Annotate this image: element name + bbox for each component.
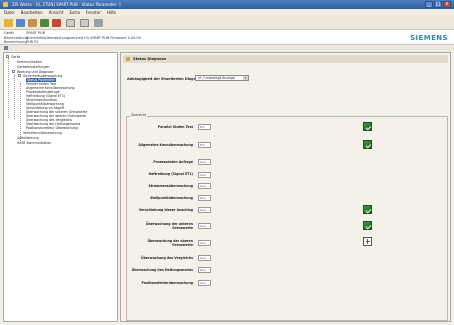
param-value[interactable]: Aus: [198, 240, 211, 246]
maximize-button[interactable]: □: [434, 1, 442, 8]
param-value[interactable]: Aus: [198, 195, 211, 201]
param-label: Verschiebung dieser Anschlag: [138, 208, 193, 212]
param-value[interactable]: Ein: [198, 142, 211, 148]
status-ok-icon: [363, 205, 372, 214]
diagnosis-select-value: Uf / Unbedingt Anzeige: [198, 76, 235, 80]
info-value: SPART PUB: [26, 31, 46, 35]
param-value[interactable]: Aus: [198, 159, 211, 165]
param-value[interactable]: Aus: [198, 172, 211, 178]
tree-item-communication[interactable]: Kommunikation: [17, 60, 42, 64]
menu-help[interactable]: Hilfe: [107, 9, 116, 16]
param-value[interactable]: Aus: [198, 183, 211, 189]
param-label: Überwachung des Haltungsmodus: [131, 268, 193, 272]
print-icon[interactable]: [94, 19, 103, 27]
tree-item-device[interactable]: Gerät: [11, 55, 20, 59]
status-ok-icon: [363, 221, 372, 230]
param-label: Haftreibung (Signal ET1): [148, 172, 193, 176]
info-value: PUB 02: [26, 40, 39, 44]
info-label: Bezeichnung: [4, 40, 27, 44]
application-window: ZIS Works · [0, 2TUN] SPART PUB · Status…: [0, 0, 454, 325]
navigation-tree: Gerät Kommunikation Geräteeinstellungen …: [3, 52, 118, 322]
param-label: Allgemeine Kennüberwachung: [138, 143, 193, 147]
param-label: Überwachung der oberen Grenzwerte: [147, 239, 193, 247]
diagnosis-select[interactable]: Uf / Unbedingt Anzeige ▾: [195, 75, 249, 81]
info-row-description: BeschreibungSicherheitsüberwachungseinhe…: [4, 36, 141, 40]
info-row-designation: BezeichnungPUB 02: [4, 40, 39, 44]
param-value[interactable]: Aus: [198, 255, 211, 261]
param-label: Parallel Stufen Test: [157, 125, 193, 129]
expand-toggle-icon[interactable]: [18, 74, 21, 77]
param-label: Stellpunktüberwachung: [150, 196, 193, 200]
menu-view[interactable]: Ansicht: [49, 9, 64, 16]
save-icon[interactable]: [16, 19, 25, 27]
tree-item-behavior-monitoring[interactable]: Verhaltensüberwachung: [23, 131, 62, 135]
info-value: Sicherheitsüberwachungseinheit für SPART…: [26, 35, 141, 40]
download-icon[interactable]: [40, 19, 49, 27]
param-value[interactable]: Aus: [198, 207, 211, 213]
menu-bar: Datei Bearbeiten Ansicht Extra Fenster H…: [0, 9, 454, 16]
panel-title: Status Diagnose: [133, 57, 167, 61]
param-label: Überwachung der unteren Grenzwerte: [145, 222, 193, 230]
device-info-bar: Gerät SPART PUB BeschreibungSicherheitsüb…: [0, 30, 454, 45]
diagnosis-select-label: Abhängigkeit der Erweiterten Diagnose: [127, 77, 203, 81]
info-label: Beschreibung: [4, 35, 28, 40]
device-icon[interactable]: [66, 19, 75, 27]
param-value[interactable]: Aus: [198, 223, 211, 229]
param-label: Positionsfehlerüberwachung: [141, 281, 194, 285]
chevron-down-icon[interactable]: ▾: [243, 76, 248, 80]
param-label: Strommessüberwachung: [148, 184, 193, 188]
upload-icon[interactable]: [52, 19, 61, 27]
menu-extra[interactable]: Extra: [69, 9, 80, 16]
status-warning-icon: [363, 237, 372, 246]
menu-window[interactable]: Fenster: [86, 9, 101, 16]
param-label: Überwachung des Vergleichs: [141, 256, 193, 260]
param-value[interactable]: Ein: [198, 124, 211, 130]
tree-item[interactable]: Positionskorrektur Überwachung: [26, 126, 78, 130]
expand-toggle-icon[interactable]: [6, 55, 9, 58]
info-label: Gerät: [4, 31, 14, 35]
online-icon[interactable]: [80, 19, 89, 27]
tree-toggle-icon[interactable]: [4, 46, 8, 50]
panel-header: Status Diagnose: [123, 55, 448, 63]
param-value[interactable]: Aus: [198, 267, 211, 273]
toolbar: [0, 16, 454, 30]
tree-item-hart[interactable]: HART Kommunikation: [17, 141, 51, 145]
param-value[interactable]: Aus: [198, 280, 211, 286]
close-button[interactable]: x: [443, 1, 451, 8]
tree-item-initialization[interactable]: Initialisierung: [17, 136, 39, 140]
siemens-logo: SIEMENS: [410, 34, 448, 42]
status-ok-icon: [363, 140, 372, 149]
load-icon[interactable]: [28, 19, 37, 27]
app-icon: [3, 2, 8, 7]
minimize-button[interactable]: _: [425, 1, 433, 8]
diagnosis-icon: [126, 57, 130, 61]
expand-toggle-icon[interactable]: [12, 70, 15, 73]
open-icon[interactable]: [4, 19, 13, 27]
overview-group-label: Übersicht: [130, 113, 148, 117]
status-ok-icon: [363, 122, 372, 131]
menu-edit[interactable]: Bearbeiten: [21, 9, 43, 16]
sub-toolbar: [0, 45, 454, 51]
window-title: ZIS Works · [0, 2TUN] SPART PUB · Status…: [12, 2, 121, 7]
info-row-device: Gerät SPART PUB: [4, 31, 45, 35]
param-label: Prozessdaten Anfrage: [153, 160, 193, 164]
tree-item-device-settings[interactable]: Geräteeinstellungen: [17, 65, 49, 69]
status-diagnosis-panel: Status Diagnose Abhängigkeit der Erweite…: [120, 52, 451, 322]
menu-file[interactable]: Datei: [4, 9, 15, 16]
title-bar: ZIS Works · [0, 2TUN] SPART PUB · Status…: [0, 0, 454, 9]
